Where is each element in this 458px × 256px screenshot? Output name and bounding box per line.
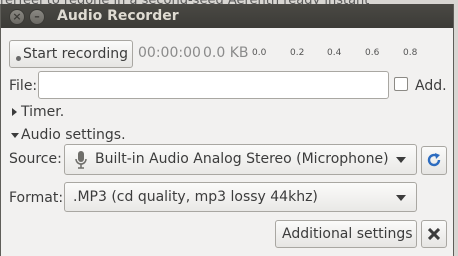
level-tick-label: 0.2 [290,48,305,58]
audio-recorder-window: × – Audio Recorder Start recording 00:00… [0,4,454,256]
level-tick-label: 0.0 [252,48,267,58]
source-value: Built-in Audio Analog Stereo (Microphone… [95,151,389,167]
close-icon: × [12,10,22,23]
chevron-down-icon [396,195,406,201]
timer-expander[interactable]: Timer. [9,102,209,122]
level-tick-label: 0.4 [327,48,342,58]
expander-down-icon [11,133,19,138]
audio-settings-expander[interactable]: Audio settings. [9,125,209,145]
level-tick-label: 0.8 [403,48,418,58]
source-combo[interactable]: Built-in Audio Analog Stereo (Microphone… [64,144,417,175]
title-bar: × – Audio Recorder [1,4,453,28]
expander-right-icon [12,108,17,116]
format-value: .MP3 (cd quality, mp3 lossy 44khz) [73,189,318,205]
close-settings-button[interactable] [421,220,447,248]
timer-label: Timer. [21,104,65,120]
audio-settings-label: Audio settings. [21,127,126,143]
file-name-input[interactable] [38,71,389,99]
file-label: File: [9,78,38,94]
format-combo[interactable]: .MP3 (cd quality, mp3 lossy 44khz) [64,182,417,212]
add-checkbox[interactable] [394,77,408,91]
record-dot-icon [16,56,21,61]
add-label: Add. [415,78,447,94]
minimize-icon: – [34,10,40,23]
chevron-down-icon [396,157,406,163]
elapsed-time: 00:00:00 [138,45,201,61]
source-label: Source: [9,151,62,167]
start-recording-button[interactable]: Start recording [9,40,133,68]
minimize-window-button[interactable]: – [29,9,45,25]
microphone-icon [75,151,87,169]
refresh-sources-button[interactable] [421,146,447,175]
format-label: Format: [9,190,64,206]
close-x-icon [428,228,440,240]
additional-settings-label: Additional settings [282,226,413,242]
level-tick-label: 0.6 [365,48,380,58]
refresh-icon [427,153,441,167]
start-recording-label: Start recording [23,46,129,62]
window-title: Audio Recorder [57,8,179,24]
close-window-button[interactable]: × [9,9,25,25]
additional-settings-button[interactable]: Additional settings [275,220,417,248]
file-size: 0.0 KB [203,45,249,61]
